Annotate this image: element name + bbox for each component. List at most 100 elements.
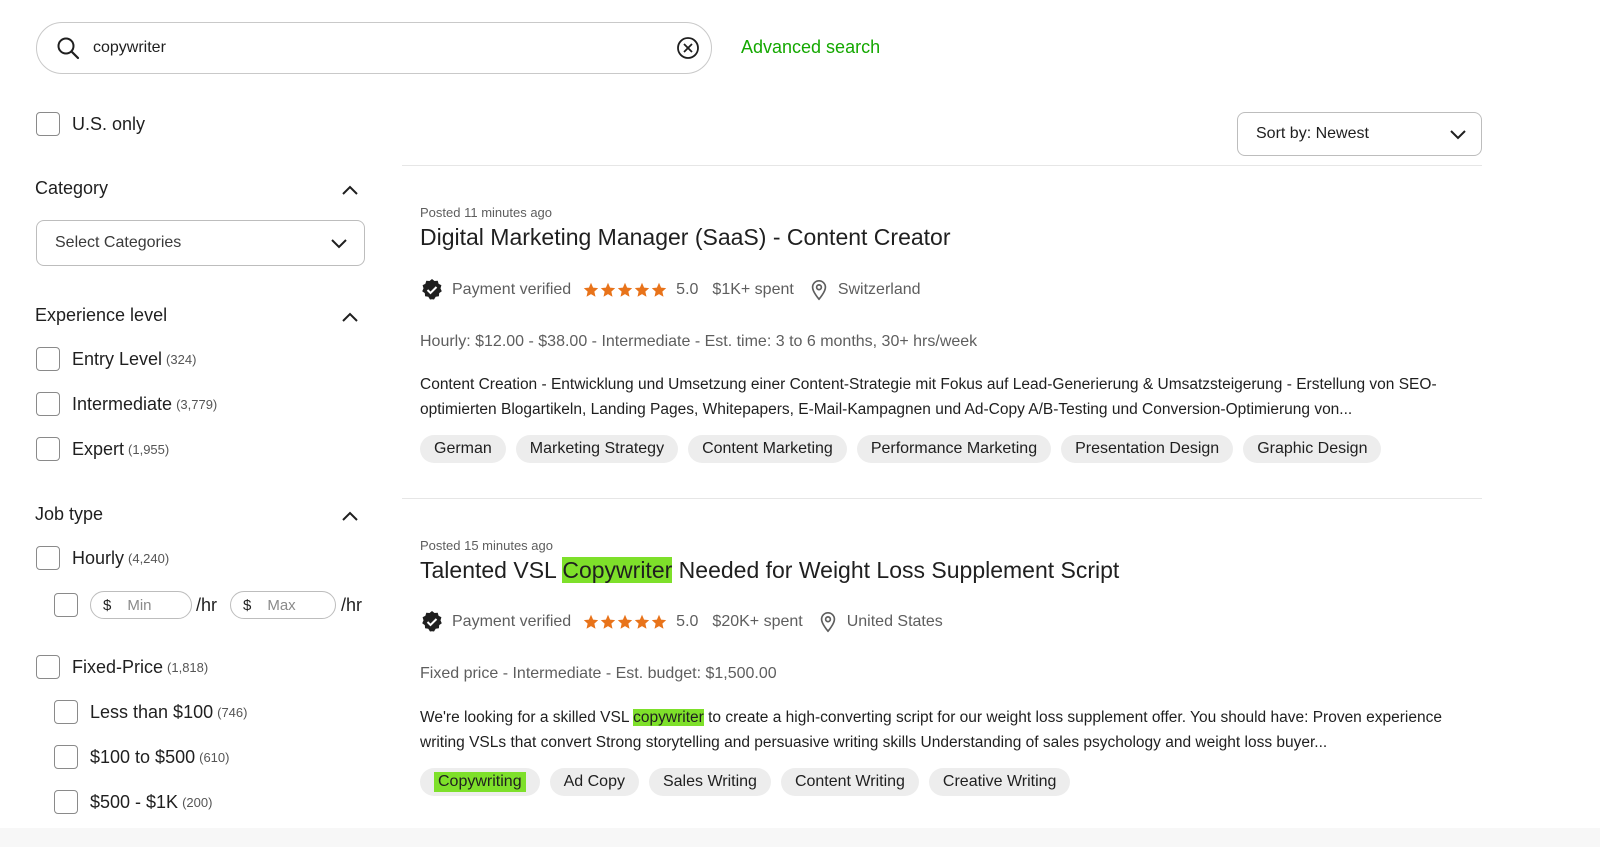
search-bar[interactable] <box>36 22 712 74</box>
job-card[interactable]: Posted 11 minutes ago Digital Marketing … <box>420 205 1480 251</box>
skill-tag[interactable]: Content Writing <box>780 768 919 796</box>
job-title[interactable]: Talented VSL Copywriter Needed for Weigh… <box>420 557 1480 584</box>
payment-verified-label: Payment verified <box>452 613 572 630</box>
location-pin-icon <box>811 280 827 301</box>
fixed-range-checkbox[interactable] <box>54 745 78 769</box>
clear-search-icon[interactable] <box>675 35 701 61</box>
skill-tag[interactable]: Creative Writing <box>928 768 1071 796</box>
expert-checkbox[interactable] <box>36 437 60 461</box>
category-select-label: Select Categories <box>55 234 182 251</box>
fixed-price-filter[interactable]: Fixed-Price (1,818) <box>36 655 208 679</box>
job-description: Content Creation - Entwicklung und Umset… <box>420 376 1437 418</box>
min-rate-unit: /hr <box>196 595 218 615</box>
job-type-heading: Job type <box>35 504 104 524</box>
us-only-checkbox[interactable] <box>36 112 60 136</box>
skill-tag[interactable]: Ad Copy <box>549 768 639 796</box>
experience-expert-filter[interactable]: Expert (1,955) <box>36 437 169 461</box>
description-text: We're looking for a skilled VSL <box>420 709 634 726</box>
skill-tag[interactable]: Content Marketing <box>688 435 847 463</box>
fixed-range-checkbox[interactable] <box>54 700 78 724</box>
category-select[interactable]: Select Categories <box>36 220 365 266</box>
search-highlight: Copywriting <box>434 772 526 792</box>
fixed-range-filter[interactable]: $500 - $1K (200) <box>54 790 212 814</box>
category-heading: Category <box>35 178 109 198</box>
title-text: Talented VSL <box>420 557 563 583</box>
star-icon <box>600 282 616 297</box>
max-rate-input[interactable] <box>265 595 326 615</box>
rating-value: 5.0 <box>676 613 699 630</box>
experience-entry-filter[interactable]: Entry Level (324) <box>36 347 196 371</box>
experience-intermediate-filter[interactable]: Intermediate (3,779) <box>36 392 217 416</box>
hourly-rate-filter[interactable] <box>54 593 78 617</box>
hourly-checkbox[interactable] <box>36 546 60 570</box>
fixed-range-label: Less than $100 <box>90 701 214 722</box>
chevron-up-icon[interactable] <box>340 310 360 324</box>
posted-time: Posted 11 minutes ago <box>420 205 553 220</box>
skill-tag[interactable]: Performance Marketing <box>856 435 1052 463</box>
us-only-label: U.S. only <box>72 113 146 134</box>
intermediate-count: (3,779) <box>176 396 218 412</box>
star-icon <box>617 282 633 297</box>
job-card[interactable]: Posted 15 minutes ago Talented VSL Copyw… <box>420 538 1480 584</box>
currency-symbol: $ <box>243 596 252 614</box>
skill-tag[interactable]: German <box>420 435 506 463</box>
fixed-price-checkbox[interactable] <box>36 655 60 679</box>
min-rate-input[interactable] <box>125 595 186 615</box>
us-only-filter[interactable]: U.S. only <box>36 112 145 136</box>
fixed-range-filter[interactable]: Less than $100 (746) <box>54 700 247 724</box>
hourly-filter[interactable]: Hourly (4,240) <box>36 546 169 570</box>
currency-symbol: $ <box>103 596 112 614</box>
skill-tags: German Marketing Strategy Content Market… <box>420 435 1480 463</box>
fixed-range-label: $100 to $500 <box>90 746 196 767</box>
fixed-range-label: $500 - $1K <box>90 791 179 812</box>
job-meta: Payment verified 5.0 $1K+ spent Switzerl… <box>420 278 1480 302</box>
max-rate-unit: /hr <box>341 595 363 615</box>
page-bottom-edge <box>0 828 1600 847</box>
experience-heading: Experience level <box>35 305 168 325</box>
skill-tag[interactable]: Sales Writing <box>648 768 771 796</box>
fixed-range-filter[interactable]: $100 to $500 (610) <box>54 745 229 769</box>
sort-dropdown[interactable]: Sort by: Newest <box>1237 112 1482 156</box>
entry-level-label: Entry Level <box>72 348 163 369</box>
entry-level-checkbox[interactable] <box>36 347 60 371</box>
skill-tag[interactable]: Graphic Design <box>1243 435 1382 463</box>
verified-badge-icon <box>422 279 442 300</box>
verified-badge-icon <box>422 611 442 632</box>
star-icon <box>634 614 650 629</box>
star-icon <box>651 614 667 629</box>
star-icon <box>600 614 616 629</box>
payment-verified-label: Payment verified <box>452 281 572 298</box>
skill-tag[interactable]: Presentation Design <box>1061 435 1234 463</box>
star-icon <box>651 282 667 297</box>
intermediate-label: Intermediate <box>72 393 173 414</box>
fixed-range-count: (610) <box>199 749 230 765</box>
skill-tags: Copywriting Ad Copy Sales Writing Conten… <box>420 768 1480 796</box>
chevron-down-icon <box>331 239 347 249</box>
skill-tag[interactable]: Copywriting <box>420 768 540 796</box>
skill-tag[interactable]: Marketing Strategy <box>515 435 679 463</box>
client-spent: $20K+ spent <box>712 613 803 630</box>
hourly-count: (4,240) <box>128 550 170 566</box>
star-icon <box>617 614 633 629</box>
search-input[interactable] <box>91 38 675 58</box>
client-location: United States <box>846 613 943 630</box>
min-rate-field[interactable]: $ <box>90 591 192 619</box>
job-description: We're looking for a skilled VSL copywrit… <box>420 705 1450 755</box>
fixed-range-count: (746) <box>217 704 248 720</box>
fixed-range-checkbox[interactable] <box>54 790 78 814</box>
job-title[interactable]: Digital Marketing Manager (SaaS) - Conte… <box>420 224 1480 251</box>
chevron-down-icon <box>1450 130 1466 140</box>
divider <box>402 498 1482 499</box>
intermediate-checkbox[interactable] <box>36 392 60 416</box>
chevron-up-icon[interactable] <box>340 509 360 523</box>
entry-level-count: (324) <box>166 351 197 367</box>
hourly-rate-checkbox[interactable] <box>54 593 78 617</box>
star-icon <box>583 614 599 629</box>
posted-time: Posted 15 minutes ago <box>420 538 553 553</box>
max-rate-field[interactable]: $ <box>230 591 336 619</box>
advanced-search-link[interactable]: Advanced search <box>741 37 880 58</box>
hourly-label: Hourly <box>72 547 125 568</box>
job-terms: Fixed price - Intermediate - Est. budget… <box>420 665 777 682</box>
chevron-up-icon[interactable] <box>340 183 360 197</box>
location-pin-icon <box>820 612 835 633</box>
